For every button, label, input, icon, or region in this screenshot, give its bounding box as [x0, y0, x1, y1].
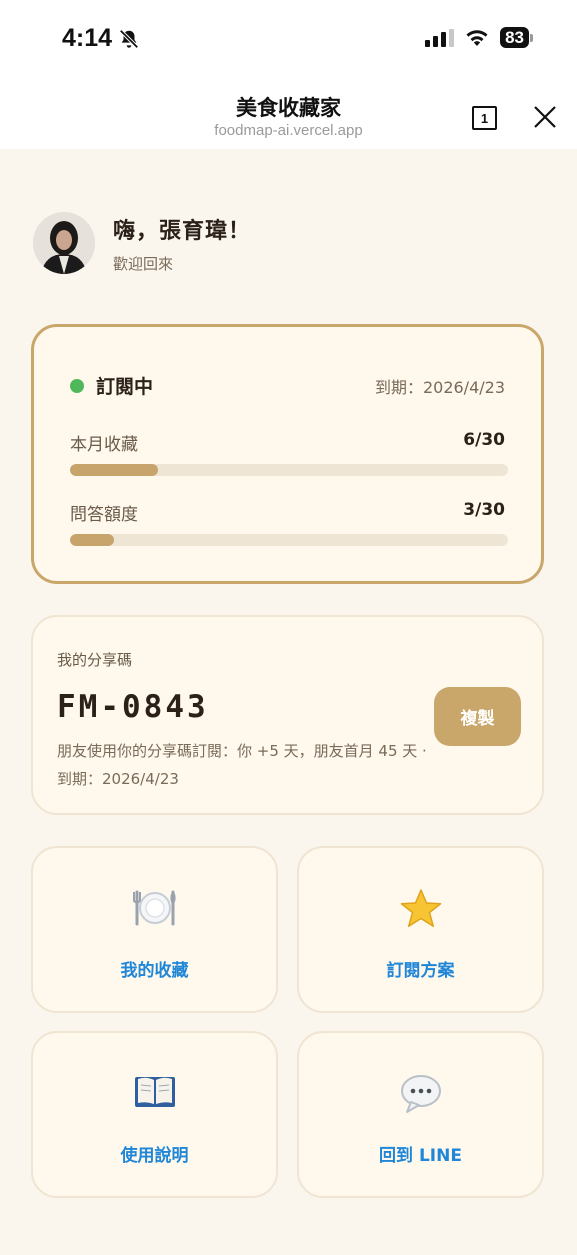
battery-icon: 83: [500, 27, 533, 48]
expiry-date: 到期：2026/4/23: [374, 378, 505, 397]
battery-level: 83: [500, 27, 529, 48]
tab-count: 1: [480, 110, 489, 126]
tile-label: 訂閱方案: [386, 961, 455, 981]
tile-back-to-line[interactable]: 回到 LINE: [297, 1031, 544, 1198]
status-label: 訂閱中: [96, 376, 154, 398]
share-code-label: 我的分享碼: [57, 651, 133, 669]
speech-bubble-icon: [400, 1075, 441, 1113]
user-photo: [33, 212, 95, 274]
star-icon: [400, 889, 441, 928]
tile-user-guide[interactable]: 使用說明: [31, 1031, 278, 1198]
plate-cutlery-icon: [132, 890, 176, 926]
avatar: [33, 212, 95, 274]
progress-fill-favorites: [70, 464, 158, 476]
bell-muted-icon: [119, 28, 139, 49]
subscription-card: 訂閱中 到期：2026/4/23 本月收藏 6/30 問答額度 3/30: [31, 324, 544, 584]
share-code-card: 我的分享碼 FM-0843 複製 朋友使用你的分享碼訂閱：你 +5 天，朋友首月…: [31, 615, 544, 815]
metric-value-qa: 3/30: [463, 500, 505, 520]
cellular-signal-icon: [425, 28, 455, 47]
metric-value-favorites: 6/30: [463, 430, 505, 450]
share-description: 朋友使用你的分享碼訂閱：你 +5 天，朋友首月 45 天 · 到期：2026/4…: [57, 742, 427, 788]
tile-my-favorites[interactable]: 我的收藏: [31, 846, 278, 1013]
greeting-title: 嗨，張育瑋！: [113, 218, 252, 244]
progress-bar-qa: [70, 534, 508, 546]
tile-subscription-plans[interactable]: 訂閱方案: [297, 846, 544, 1013]
tile-label: 我的收藏: [120, 961, 189, 981]
greeting-section: 嗨，張育瑋！ 歡迎回來: [33, 212, 251, 274]
copy-button[interactable]: 複製: [434, 687, 521, 746]
greeting-subtitle: 歡迎回來: [113, 254, 174, 273]
metric-label-qa: 問答額度: [70, 505, 138, 525]
metric-label-favorites: 本月收藏: [70, 435, 138, 455]
wifi-icon: [466, 29, 488, 46]
open-book-icon: [134, 1077, 175, 1107]
browser-header: 美食收藏家 foodmap-ai.vercel.app 1: [0, 80, 577, 149]
close-icon[interactable]: [530, 102, 560, 132]
tile-label: 使用說明: [120, 1146, 189, 1166]
tabs-button[interactable]: 1: [472, 106, 497, 130]
share-code-value: FM-0843: [57, 689, 209, 725]
status-dot-icon: [70, 378, 84, 393]
status-time: 4:14: [62, 24, 140, 53]
time-text: 4:14: [62, 24, 113, 52]
status-bar: 4:14 83: [0, 0, 577, 80]
tile-label: 回到 LINE: [379, 1146, 462, 1166]
progress-fill-qa: [70, 534, 114, 546]
progress-bar-favorites: [70, 464, 508, 476]
status-indicators: 83: [425, 27, 533, 48]
subscription-status: 訂閱中: [70, 372, 153, 399]
